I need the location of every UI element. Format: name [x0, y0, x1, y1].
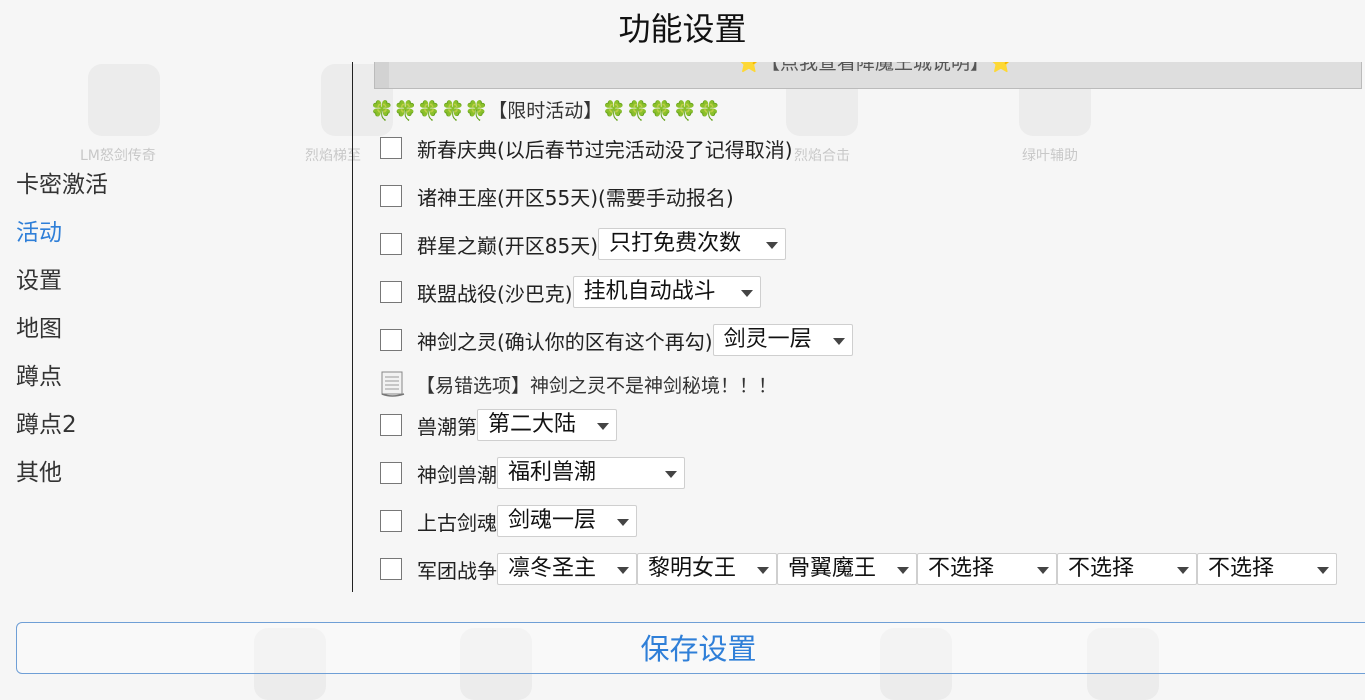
- list-item: 上古剑魂 剑魂一层: [380, 501, 637, 541]
- demon-castle-info-banner[interactable]: ⭐【点我查看降魔王城说明】⭐: [374, 62, 1362, 89]
- list-item: 诸神王座(开区55天)(需要手动报名): [380, 176, 734, 216]
- checkbox[interactable]: [380, 185, 402, 207]
- dropdown[interactable]: 不选择: [917, 553, 1057, 585]
- checkbox[interactable]: [380, 510, 402, 532]
- option-label: 上古剑魂: [417, 510, 497, 535]
- sidebar-item-camp[interactable]: 蹲点: [16, 354, 108, 402]
- option-label: 群星之巅(开区85天): [417, 233, 599, 258]
- scroll-icon: [380, 370, 406, 398]
- sidebar-divider: [352, 62, 353, 592]
- dropdown[interactable]: 剑灵一层: [712, 324, 853, 356]
- sidebar-item-card-activation[interactable]: 卡密激活: [16, 162, 108, 210]
- dropdown[interactable]: 黎明女王: [637, 553, 777, 585]
- dropdown[interactable]: 不选择: [1057, 553, 1197, 585]
- option-label: 兽潮第: [417, 414, 477, 439]
- list-item: 兽潮第 第二大陆: [380, 405, 617, 445]
- dropdown[interactable]: 只打免费次数: [598, 228, 787, 260]
- sidebar-item-other[interactable]: 其他: [16, 450, 108, 498]
- checkbox[interactable]: [380, 233, 402, 255]
- sidebar-item-settings[interactable]: 设置: [16, 258, 108, 306]
- section-title: 【限时活动】: [488, 100, 603, 122]
- dropdown[interactable]: 凛冬圣主: [497, 553, 637, 585]
- background-app-label: 烈焰合击: [794, 148, 850, 164]
- list-item: 神剑之灵(确认你的区有这个再勾) 剑灵一层: [380, 320, 853, 360]
- clover-icon: 🍀🍀🍀🍀🍀: [370, 100, 489, 122]
- clover-icon: 🍀🍀🍀🍀🍀: [602, 100, 721, 122]
- list-item: 群星之巅(开区85天) 只打免费次数: [380, 224, 787, 264]
- checkbox[interactable]: [380, 281, 402, 303]
- note-text: 【易错选项】神剑之灵不是神剑秘境！！！: [416, 374, 778, 397]
- dropdown[interactable]: 剑魂一层: [497, 505, 637, 537]
- option-label: 神剑之灵(确认你的区有这个再勾): [417, 329, 713, 354]
- option-label: 联盟战役(沙巴克): [417, 281, 573, 306]
- option-label: 神剑兽潮: [417, 462, 497, 487]
- background-app-label: 绿叶辅助: [1022, 148, 1078, 164]
- list-item: 军团战争 凛冬圣主 黎明女王 骨翼魔王 不选择 不选择 不选择: [380, 549, 1337, 589]
- checkbox[interactable]: [380, 462, 402, 484]
- section-header: 🍀🍀🍀🍀🍀【限时活动】🍀🍀🍀🍀🍀: [370, 96, 721, 123]
- dropdown[interactable]: 不选择: [1197, 553, 1337, 585]
- list-item: 联盟战役(沙巴克) 挂机自动战斗: [380, 272, 761, 312]
- list-item: 新春庆典(以后春节过完活动没了记得取消): [380, 128, 793, 168]
- checkbox[interactable]: [380, 558, 402, 580]
- sidebar: 卡密激活 活动 设置 地图 蹲点 蹲点2 其他: [16, 162, 108, 498]
- background-app-icon: [88, 64, 160, 136]
- dropdown[interactable]: 骨翼魔王: [777, 553, 917, 585]
- sidebar-item-map[interactable]: 地图: [16, 306, 108, 354]
- banner-text: ⭐【点我查看降魔王城说明】⭐: [737, 62, 1013, 74]
- checkbox[interactable]: [380, 137, 402, 159]
- warning-note: 【易错选项】神剑之灵不是神剑秘境！！！: [380, 370, 777, 398]
- list-item: 神剑兽潮 福利兽潮: [380, 453, 685, 493]
- checkbox[interactable]: [380, 329, 402, 351]
- option-label: 军团战争: [417, 558, 497, 583]
- dropdown[interactable]: 挂机自动战斗: [572, 276, 761, 308]
- sidebar-item-events[interactable]: 活动: [16, 210, 108, 258]
- page-title: 功能设置: [618, 10, 747, 48]
- save-settings-button[interactable]: 保存设置: [16, 622, 1365, 674]
- option-label: 新春庆典(以后春节过完活动没了记得取消): [417, 137, 793, 162]
- sidebar-item-camp-2[interactable]: 蹲点2: [16, 402, 108, 450]
- dropdown[interactable]: 福利兽潮: [497, 457, 685, 489]
- option-label: 诸神王座(开区55天)(需要手动报名): [417, 185, 734, 210]
- checkbox[interactable]: [380, 414, 402, 436]
- dropdown[interactable]: 第二大陆: [477, 409, 617, 441]
